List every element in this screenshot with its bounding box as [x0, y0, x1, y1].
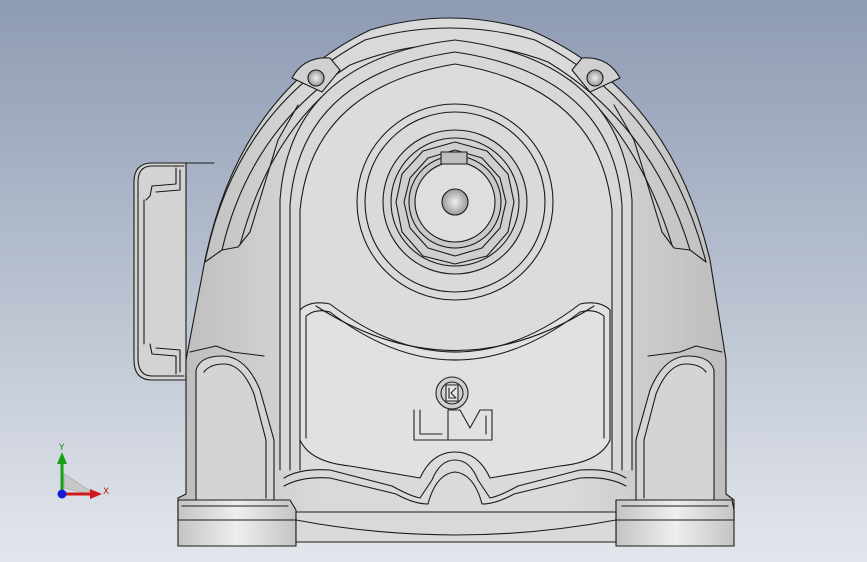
- y-arrow-head-icon: [57, 452, 67, 464]
- coordinate-triad: [57, 452, 102, 499]
- bearing-boss: [356, 103, 554, 301]
- base-foot-right: [615, 499, 735, 547]
- base-foot-left: [177, 499, 297, 547]
- x-arrow-head-icon: [90, 489, 102, 499]
- z-axis-dot-icon: [57, 489, 67, 499]
- gearbox-housing-model[interactable]: [0, 0, 867, 562]
- x-axis-label: X: [103, 487, 110, 497]
- shaft-center-hole: [441, 188, 469, 216]
- base-center: [295, 511, 617, 543]
- y-axis-label: Y: [59, 443, 65, 453]
- graphics-viewport[interactable]: Y X: [0, 0, 867, 562]
